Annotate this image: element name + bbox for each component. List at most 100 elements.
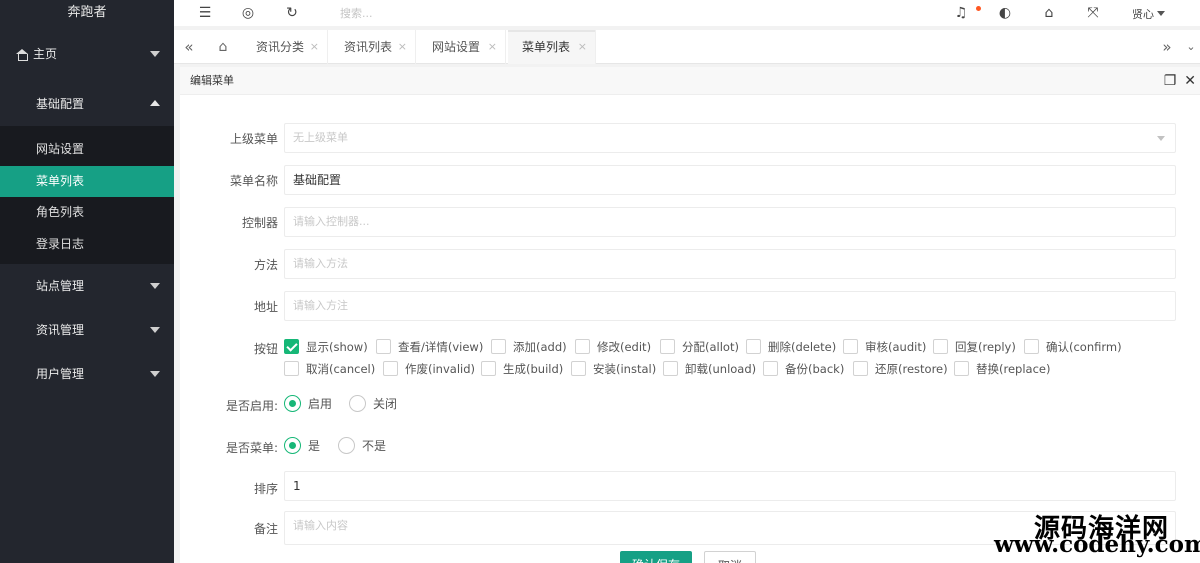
checkbox-label: 删除(delete): [768, 340, 837, 354]
parent-menu-label: 上级菜单: [229, 132, 278, 146]
radio-label: 关闭: [373, 397, 398, 411]
radio-label: 启用: [308, 397, 333, 411]
chevron-down-icon: [150, 327, 160, 333]
home-tab-icon[interactable]: ⌂: [206, 30, 240, 64]
bell-icon[interactable]: ♫: [952, 4, 970, 22]
search-input[interactable]: 搜索...: [340, 5, 373, 21]
parent-menu-select[interactable]: 无上级菜单: [284, 123, 1176, 153]
theme-icon[interactable]: ◐: [996, 4, 1014, 22]
tab-label: 资讯分类: [256, 40, 305, 54]
checkbox-restore[interactable]: 还原(restore): [853, 361, 948, 377]
radio-enabled-on[interactable]: 启用: [284, 395, 332, 413]
close-icon[interactable]: ×: [488, 30, 497, 64]
radio-is-menu-no[interactable]: 不是: [338, 437, 386, 455]
sort-input[interactable]: 1: [284, 471, 1176, 501]
user-menu[interactable]: 贤心: [1132, 6, 1154, 22]
sidebar: 奔跑者 主页 基础配置 网站设置 菜单列表 角色列表 登录日志 站点管理 资讯管…: [0, 0, 174, 563]
controller-label: 控制器: [241, 216, 278, 230]
radio-label: 是: [308, 439, 321, 453]
tabs-next-icon[interactable]: »: [1152, 30, 1182, 64]
close-icon[interactable]: ×: [578, 30, 587, 64]
chevron-down-icon[interactable]: [1157, 11, 1165, 16]
tabs-prev-icon[interactable]: «: [174, 30, 204, 64]
fullscreen-icon[interactable]: ⤧: [1084, 4, 1102, 22]
sidebar-subitem-role-list[interactable]: 角色列表: [0, 197, 174, 229]
checkbox-invalid[interactable]: 作废(invalid): [383, 361, 475, 377]
radio-label: 不是: [362, 439, 387, 453]
checkbox-box: [660, 339, 675, 354]
radio-is-menu-yes[interactable]: 是: [284, 437, 320, 455]
method-input[interactable]: 请输入方法: [284, 249, 1176, 279]
tab-label: 菜单列表: [522, 40, 571, 54]
checkbox-box: [746, 339, 761, 354]
maximize-icon[interactable]: ❐: [1164, 73, 1177, 89]
refresh-icon[interactable]: ↻: [283, 4, 301, 22]
checkbox-label: 替换(replace): [976, 362, 1051, 376]
sidebar-item-news-mgmt[interactable]: 资讯管理: [0, 308, 174, 352]
cancel-button[interactable]: 取消: [704, 551, 756, 563]
sidebar-item-site-mgmt[interactable]: 站点管理: [0, 264, 174, 308]
menu-toggle-icon[interactable]: ☰: [196, 4, 214, 22]
checkbox-add[interactable]: 添加(add): [491, 339, 567, 355]
sidebar-item-label: 基础配置: [36, 97, 85, 111]
controller-input[interactable]: 请输入控制器...: [284, 207, 1176, 237]
checkbox-label: 显示(show): [306, 340, 368, 354]
checkbox-label: 备份(back): [785, 362, 845, 376]
close-icon[interactable]: ×: [310, 30, 319, 64]
radio-enabled-off[interactable]: 关闭: [349, 395, 397, 413]
checkbox-instal[interactable]: 安装(instal): [571, 361, 656, 377]
checkbox-label: 添加(add): [513, 340, 567, 354]
watermark-url: www.codehy.com: [994, 531, 1200, 558]
sidebar-item-home[interactable]: 主页: [0, 26, 174, 82]
radio-dot: [284, 395, 301, 412]
chevron-down-icon[interactable]: ⌄: [1182, 30, 1200, 64]
edit-menu-panel: 编辑菜单 ❐ ✕ 上级菜单 无上级菜单 菜单名称 基础配置 控制器 请输入控制器.…: [180, 67, 1200, 563]
sidebar-subitem-site-settings[interactable]: 网站设置: [0, 134, 174, 166]
menu-name-input[interactable]: 基础配置: [284, 165, 1176, 195]
checkbox-view[interactable]: 查看/详情(view): [376, 339, 483, 355]
tab-bar: « ⌂ 资讯分类 × 资讯列表 × 网站设置 × 菜单列表 × » ⌄: [174, 30, 1200, 64]
tab-label: 资讯列表: [344, 40, 393, 54]
checkbox-box: [284, 361, 299, 376]
sidebar-subitem-menu-list[interactable]: 菜单列表: [0, 165, 174, 197]
checkbox-confirm[interactable]: 确认(confirm): [1024, 339, 1122, 355]
checkbox-reply[interactable]: 回复(reply): [933, 339, 1016, 355]
sidebar-subitem-login-log[interactable]: 登录日志: [0, 229, 174, 261]
globe-icon[interactable]: ◎: [239, 4, 257, 22]
save-button[interactable]: 确认保存: [620, 551, 692, 563]
sidebar-item-basic-config[interactable]: 基础配置: [0, 82, 174, 126]
url-input[interactable]: 请输入方注: [284, 291, 1176, 321]
checkbox-back[interactable]: 备份(back): [763, 361, 844, 377]
top-toolbar: ☰ ◎ ↻ 搜索... ♫ ◐ ⌂ ⤧ 贤心: [174, 0, 1200, 26]
checkbox-box: [933, 339, 948, 354]
tab-news-list[interactable]: 资讯列表 ×: [330, 30, 416, 64]
checkbox-label: 安装(instal): [593, 362, 657, 376]
sidebar-item-user-mgmt[interactable]: 用户管理: [0, 352, 174, 396]
close-icon[interactable]: ✕: [1184, 73, 1196, 89]
checkbox-box: [491, 339, 506, 354]
checkbox-box: [853, 361, 868, 376]
checkbox-label: 分配(allot): [682, 340, 739, 354]
checkbox-audit[interactable]: 审核(audit): [843, 339, 926, 355]
checkbox-label: 作废(invalid): [405, 362, 475, 376]
checkbox-cancel[interactable]: 取消(cancel): [284, 361, 375, 377]
sidebar-item-label: 资讯管理: [36, 323, 85, 337]
checkbox-allot[interactable]: 分配(allot): [660, 339, 739, 355]
tab-site-settings[interactable]: 网站设置 ×: [418, 30, 506, 64]
url-label: 地址: [253, 300, 278, 314]
checkbox-delete[interactable]: 删除(delete): [746, 339, 836, 355]
checkbox-edit[interactable]: 修改(edit): [575, 339, 651, 355]
tag-icon[interactable]: ⌂: [1040, 4, 1058, 22]
checkbox-build[interactable]: 生成(build): [481, 361, 563, 377]
sidebar-submenu: 网站设置 菜单列表 角色列表 登录日志: [0, 126, 174, 264]
checkbox-label: 取消(cancel): [306, 362, 376, 376]
checkbox-show[interactable]: 显示(show): [284, 339, 368, 355]
checkbox-unload[interactable]: 卸载(unload): [663, 361, 756, 377]
radio-dot: [284, 437, 301, 454]
notification-dot: [976, 6, 981, 11]
checkbox-box: [575, 339, 590, 354]
tab-menu-list[interactable]: 菜单列表 ×: [508, 30, 596, 64]
checkbox-replace[interactable]: 替换(replace): [954, 361, 1050, 377]
tab-news-category[interactable]: 资讯分类 ×: [242, 30, 328, 64]
close-icon[interactable]: ×: [398, 30, 407, 64]
